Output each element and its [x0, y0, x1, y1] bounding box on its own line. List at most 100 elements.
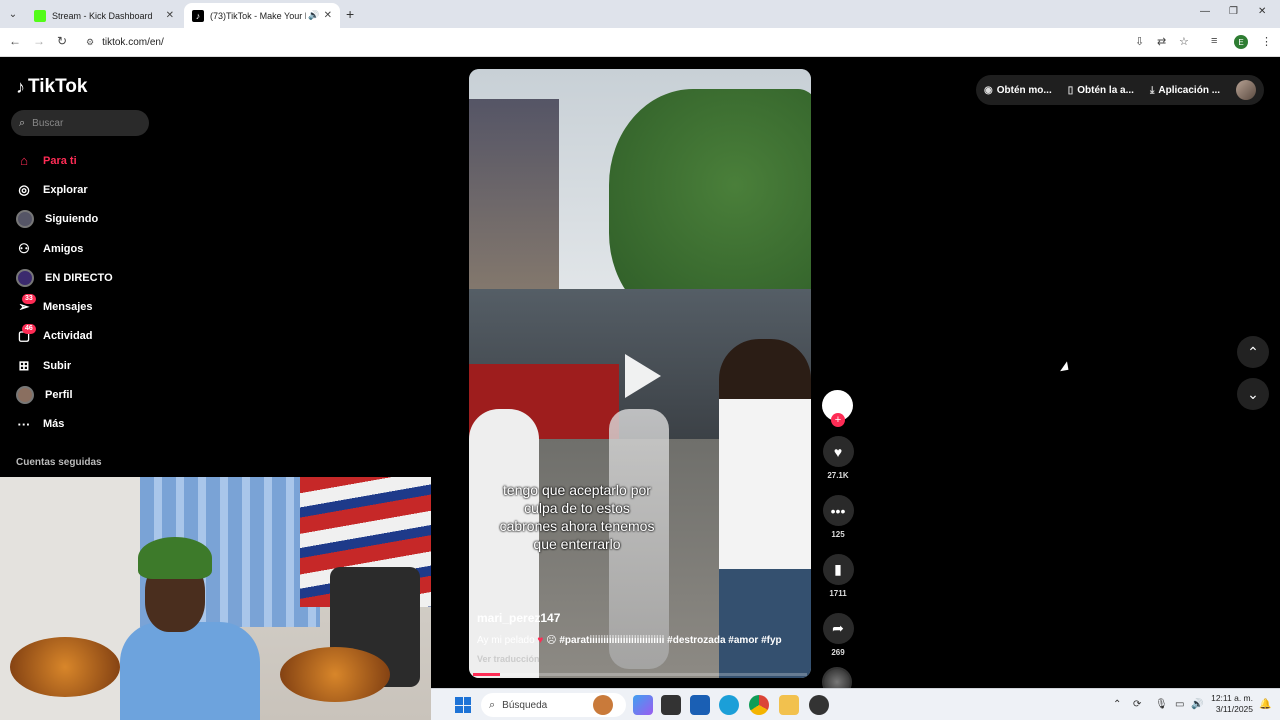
browser-menu-icon[interactable]: ⋮ — [1261, 35, 1272, 48]
webcam-shirt — [120, 622, 260, 720]
video-caption: tengo que aceptarlo por culpa de to esto… — [469, 481, 685, 553]
sidebar-item-mas[interactable]: ··· Más — [16, 410, 113, 439]
taskbar-search-label: Búsqueda — [502, 699, 548, 711]
reading-list-icon[interactable]: ≡ — [1211, 35, 1217, 47]
url-text: tiktok.com/en/ — [102, 37, 164, 48]
tiktok-logo[interactable]: ♪ TikTok — [16, 76, 87, 98]
top-actions: ◉ Obtén mo... ▯ Obtén la a... ⤓ Aplicaci… — [976, 75, 1264, 105]
sidebar-item-mensajes[interactable]: ➢ 33 Mensajes — [16, 292, 113, 321]
tab-title: (73)TikTok - Make Your Day — [210, 10, 306, 21]
tab-kick-dashboard[interactable]: Stream - Kick Dashboard ✕ — [26, 3, 182, 28]
address-bar[interactable]: ⚙ tiktok.com/en/ — [80, 32, 1130, 53]
bookmark-star-icon[interactable]: ☆ — [1179, 35, 1189, 48]
play-icon[interactable] — [625, 354, 661, 398]
taskbar-clock[interactable]: 12:11 a. m. 3/11/2025 — [1211, 693, 1253, 715]
video-girl — [719, 339, 811, 678]
forward-button[interactable]: → — [33, 34, 45, 48]
profile-avatar[interactable]: E — [1234, 35, 1248, 49]
bookmark-icon[interactable]: ▮ — [822, 554, 854, 585]
edge-icon[interactable] — [719, 695, 739, 715]
speaker-icon[interactable]: 🔊 — [308, 10, 319, 21]
description-text: Ay mi pelado — [477, 635, 535, 646]
sidebar-item-siguiendo[interactable]: Siguiendo — [16, 205, 113, 234]
phone-icon: ▯ — [1067, 84, 1074, 96]
sync-icon[interactable]: ⟳ — [1133, 699, 1141, 710]
sidebar-item-label: Más — [43, 418, 65, 431]
widgets-icon[interactable] — [593, 695, 613, 715]
tab-search-chevron-icon[interactable]: ⌄ — [4, 5, 22, 23]
next-video-button[interactable]: ⌄ — [1237, 378, 1269, 410]
tray-chevron-icon[interactable]: ⌃ — [1113, 699, 1121, 710]
caption-line: cabrones ahora tenemos — [499, 518, 655, 534]
sidebar-nav: ⌂ Para ti ◎ Explorar Siguiendo ⚇ Amigos … — [16, 146, 113, 439]
description-hashtags[interactable]: #paratiiiiiiiiiiiiiiiiiiiiiiiiiii #destr… — [559, 635, 781, 646]
activity-badge: 46 — [22, 323, 36, 334]
clock-date: 3/11/2025 — [1215, 704, 1253, 714]
profile-avatar-icon — [16, 386, 34, 405]
search-icon: ⌕ — [19, 116, 26, 129]
copilot-icon[interactable] — [633, 695, 653, 715]
video-author[interactable]: mari_perez147 — [477, 611, 560, 625]
task-view-icon[interactable] — [661, 695, 681, 715]
close-window-button[interactable]: ✕ — [1258, 6, 1266, 17]
previous-video-button[interactable]: ⌃ — [1237, 336, 1269, 368]
caption-line: tengo que aceptarlo por — [503, 482, 651, 498]
volume-icon[interactable]: 🔊 — [1191, 699, 1203, 710]
see-translation-link[interactable]: Ver traducción — [477, 654, 540, 664]
sidebar-item-subir[interactable]: ⊞ Subir — [16, 351, 113, 380]
mouse-cursor-icon — [1060, 361, 1072, 375]
user-avatar[interactable] — [1236, 80, 1256, 100]
sidebar-item-perfil[interactable]: Perfil — [16, 380, 113, 409]
comment-count: 125 — [831, 530, 845, 539]
install-app-icon[interactable]: ⇩ — [1135, 35, 1144, 48]
get-app-button[interactable]: ▯ Obtén la a... — [1060, 85, 1142, 96]
video-progress-bar[interactable] — [473, 673, 807, 676]
video-description: Ay mi pelado ♥ ☹ #paratiiiiiiiiiiiiiiiii… — [477, 635, 782, 646]
translate-icon[interactable]: ⇄ — [1157, 35, 1166, 48]
close-tab-icon[interactable]: ✕ — [166, 10, 174, 21]
minimize-button[interactable]: — — [1200, 6, 1210, 17]
sidebar-item-para-ti[interactable]: ⌂ Para ti — [16, 146, 113, 175]
chrome-icon[interactable] — [749, 695, 769, 715]
file-explorer-icon[interactable] — [779, 695, 799, 715]
follow-plus-icon[interactable]: + — [831, 413, 845, 427]
sidebar-item-label: Actividad — [43, 330, 93, 343]
friends-icon: ⚇ — [18, 240, 30, 256]
share-action[interactable]: ➦ 269 — [822, 613, 854, 657]
live-avatar-icon — [16, 268, 34, 287]
obs-icon[interactable] — [809, 695, 829, 715]
sidebar-item-explorar[interactable]: ◎ Explorar — [16, 175, 113, 204]
creator-avatar[interactable]: + — [822, 390, 853, 427]
caption-line: que enterrarlo — [533, 536, 621, 552]
browser-tab-strip: ⌄ Stream - Kick Dashboard ✕ ♪ (73)TikTok… — [0, 0, 1280, 28]
like-action[interactable]: ♥ 27.1K — [822, 436, 854, 480]
notification-bell-icon[interactable]: 🔔 — [1259, 699, 1271, 710]
compass-icon: ◎ — [18, 181, 30, 197]
share-icon[interactable]: ➦ — [822, 613, 854, 644]
comment-icon[interactable]: ••• — [822, 495, 854, 526]
video-player[interactable]: tengo que aceptarlo por culpa de to esto… — [469, 69, 811, 678]
search-icon: ⌕ — [489, 698, 496, 711]
sidebar-item-label: Siguiendo — [45, 213, 99, 226]
heart-icon[interactable]: ♥ — [822, 436, 854, 467]
close-tab-icon[interactable]: ✕ — [324, 10, 332, 21]
microphone-icon[interactable]: 🎙 — [1155, 699, 1168, 710]
network-icon[interactable]: ▭ — [1175, 699, 1184, 710]
desktop-app-button[interactable]: ⤓ Aplicación ... — [1142, 85, 1228, 96]
store-icon[interactable] — [690, 695, 710, 715]
sidebar-item-amigos[interactable]: ⚇ Amigos — [16, 234, 113, 263]
get-coins-button[interactable]: ◉ Obtén mo... — [976, 85, 1060, 96]
sidebar-item-actividad[interactable]: ▢ 46 Actividad — [16, 322, 113, 351]
save-action[interactable]: ▮ 1711 — [822, 554, 854, 598]
reload-button[interactable]: ↻ — [57, 34, 67, 48]
site-info-icon[interactable]: ⚙ — [86, 37, 94, 48]
comment-action[interactable]: ••• 125 — [822, 495, 854, 539]
windows-start-icon[interactable] — [455, 697, 471, 713]
tab-tiktok[interactable]: ♪ (73)TikTok - Make Your Day 🔊 ✕ — [184, 3, 340, 28]
restore-button[interactable]: ❐ — [1229, 6, 1238, 17]
back-button[interactable]: ← — [9, 34, 21, 48]
windows-taskbar: ⌕ Búsqueda ⌃ ⟳ 🎙 ▭ 🔊 12:11 a. m. 3/11/20… — [431, 688, 1280, 720]
sidebar-item-en-directo[interactable]: EN DIRECTO — [16, 263, 113, 292]
new-tab-button[interactable]: + — [346, 6, 354, 22]
search-input[interactable]: ⌕ Buscar — [11, 110, 149, 136]
